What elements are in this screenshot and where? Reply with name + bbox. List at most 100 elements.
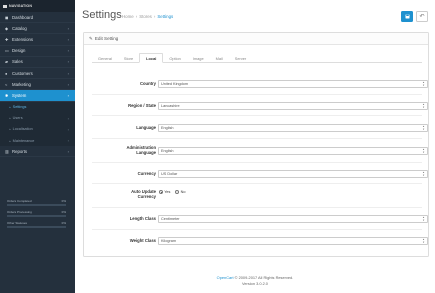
weight-class-select[interactable]: Kilogram ▲ ▼ (158, 237, 428, 245)
length-class-value: Centimeter (161, 217, 180, 221)
weight-class-value: Kilogram (161, 239, 176, 243)
sidebar-subitem-settings[interactable]: » Settings (0, 101, 75, 113)
form-row-weight-class: Weight Class Kilogram ▲ ▼ (92, 230, 428, 252)
navigation-header[interactable]: NAVIGATION (0, 0, 75, 12)
tab-option[interactable]: Option (163, 53, 186, 63)
sidebar-item-label: Sales (12, 59, 23, 65)
breadcrumb-settings[interactable]: Settings (157, 14, 173, 19)
sidebar-item-label: Dashboard (12, 14, 34, 20)
sidebar-item-label: System (12, 92, 27, 98)
chevron-right-icon: › (67, 138, 69, 144)
cog-icon: ✱ (5, 92, 9, 98)
sidebar-subitem-localisation[interactable]: » Localisation › (0, 123, 75, 136)
edit-setting-panel: ✎ Edit Setting General Store Local Optio… (83, 32, 429, 257)
footer: OpenCart © 2009-2017 All Rights Reserved… (75, 275, 435, 287)
back-button[interactable]: ↶ (416, 11, 428, 22)
breadcrumb-separator: › (135, 14, 138, 19)
sidebar-item-label: Reports (12, 148, 28, 154)
admin-language-value: English (161, 149, 174, 153)
form-row-auto-update: Auto Update Currency Yes No (92, 184, 422, 208)
arrow-right-icon: » (9, 138, 11, 143)
tab-mail[interactable]: Mail (210, 53, 229, 63)
radio-label: No (180, 190, 186, 194)
select-caret-icon: ▲ ▼ (422, 81, 425, 87)
form-row-language: Language English ▲ ▼ (92, 116, 428, 139)
stat-label: Orders Processing (7, 210, 32, 214)
admin-language-label: Administration Language (126, 145, 156, 155)
select-caret-icon: ▲ ▼ (422, 216, 425, 222)
chevron-down-icon: › (67, 92, 69, 98)
chevron-right-icon: › (67, 126, 69, 132)
radio-label: Yes (164, 190, 171, 194)
select-caret-icon: ▲ ▼ (422, 148, 425, 154)
sidebar-subitem-label: Settings (12, 105, 27, 110)
sidebar-item-sales[interactable]: ▰ Sales › (0, 57, 75, 68)
tag-icon: ◆ (5, 25, 9, 31)
stat-orders-processing: Orders Processing 0% (7, 210, 66, 217)
panel-heading: ✎ Edit Setting (84, 33, 428, 45)
sidebar-item-extensions[interactable]: ✚ Extensions › (0, 34, 75, 46)
sidebar-item-customers[interactable]: ● Customers › (0, 68, 75, 80)
user-icon: ● (5, 70, 8, 76)
auto-update-radios: Yes No (159, 190, 185, 194)
tab-general[interactable]: General (92, 53, 118, 63)
sidebar-item-label: Catalog (12, 25, 27, 31)
stat-label: Orders Completed (7, 199, 32, 203)
progress-bar (7, 215, 66, 217)
dashboard-icon: ◼ (5, 14, 9, 20)
settings-tabs: General Store Local Option Image Mail Se… (92, 53, 422, 63)
breadcrumb-separator: › (153, 14, 156, 19)
form-row-country: Country United Kingdom ▲ ▼ (92, 74, 428, 95)
tab-local[interactable]: Local (139, 53, 164, 63)
chevron-right-icon: › (67, 115, 69, 121)
breadcrumb-stores[interactable]: Stores (139, 14, 152, 19)
auto-update-no-radio[interactable]: No (175, 190, 185, 194)
language-label: Language (136, 125, 156, 130)
currency-label: Currency (137, 171, 156, 176)
chevron-right-icon: › (67, 36, 69, 42)
stat-other-statuses: Other Statuses 0% (7, 221, 66, 228)
select-caret-icon: ▲ ▼ (422, 171, 425, 177)
tab-server[interactable]: Server (229, 53, 252, 63)
sidebar-item-label: Marketing (12, 81, 31, 87)
sidebar-item-label: Design (12, 48, 26, 54)
arrow-right-icon: » (9, 105, 11, 110)
sidebar-item-catalog[interactable]: ◆ Catalog › (0, 23, 75, 35)
language-value: English (161, 126, 174, 130)
sidebar-subitem-users[interactable]: » Users › (0, 112, 75, 124)
radio-circle (159, 190, 163, 194)
stat-value: 0% (61, 210, 66, 214)
sidebar-subitem-maintenance[interactable]: » Maintenance › (0, 135, 75, 147)
tab-store[interactable]: Store (118, 53, 139, 63)
tab-image[interactable]: Image (187, 53, 210, 63)
breadcrumb-home[interactable]: Home (122, 14, 134, 19)
length-class-select[interactable]: Centimeter ▲ ▼ (158, 215, 428, 223)
save-button[interactable] (401, 11, 413, 22)
page-title: Settings (82, 9, 122, 21)
language-select[interactable]: English ▲ ▼ (158, 124, 428, 132)
cart-icon: ▰ (5, 59, 9, 65)
share-icon: < (5, 81, 8, 87)
sidebar-item-system[interactable]: ✱ System › (0, 90, 75, 102)
region-select[interactable]: Lancashire ▲ ▼ (158, 102, 428, 110)
stat-value: 0% (61, 199, 66, 203)
sidebar-item-marketing[interactable]: < Marketing › (0, 79, 75, 91)
chevron-right-icon: › (67, 81, 69, 87)
footer-brand-link[interactable]: OpenCart (217, 275, 234, 280)
bar-chart-icon: ▥ (5, 148, 9, 154)
sidebar-item-dashboard[interactable]: ◼ Dashboard (0, 12, 75, 24)
chevron-right-icon: › (67, 48, 69, 54)
auto-update-yes-radio[interactable]: Yes (159, 190, 170, 194)
footer-version: Version 3.0.2.0 (242, 281, 268, 286)
chevron-right-icon: › (67, 25, 69, 31)
currency-select[interactable]: US Dollar ▲ ▼ (158, 170, 428, 178)
form-row-currency: Currency US Dollar ▲ ▼ (92, 163, 428, 184)
currency-value: US Dollar (161, 172, 178, 176)
country-select[interactable]: United Kingdom ▲ ▼ (158, 80, 428, 88)
panel-heading-title: Edit Setting (94, 36, 119, 41)
main-content: Settings Home › Stores › Settings ↶ ✎ Ed… (75, 0, 435, 293)
admin-language-select[interactable]: English ▲ ▼ (158, 147, 428, 155)
sidebar-item-reports[interactable]: ▥ Reports › (0, 146, 75, 158)
sidebar-item-label: Customers (12, 70, 33, 76)
sidebar-item-design[interactable]: ▭ Design › (0, 46, 75, 57)
